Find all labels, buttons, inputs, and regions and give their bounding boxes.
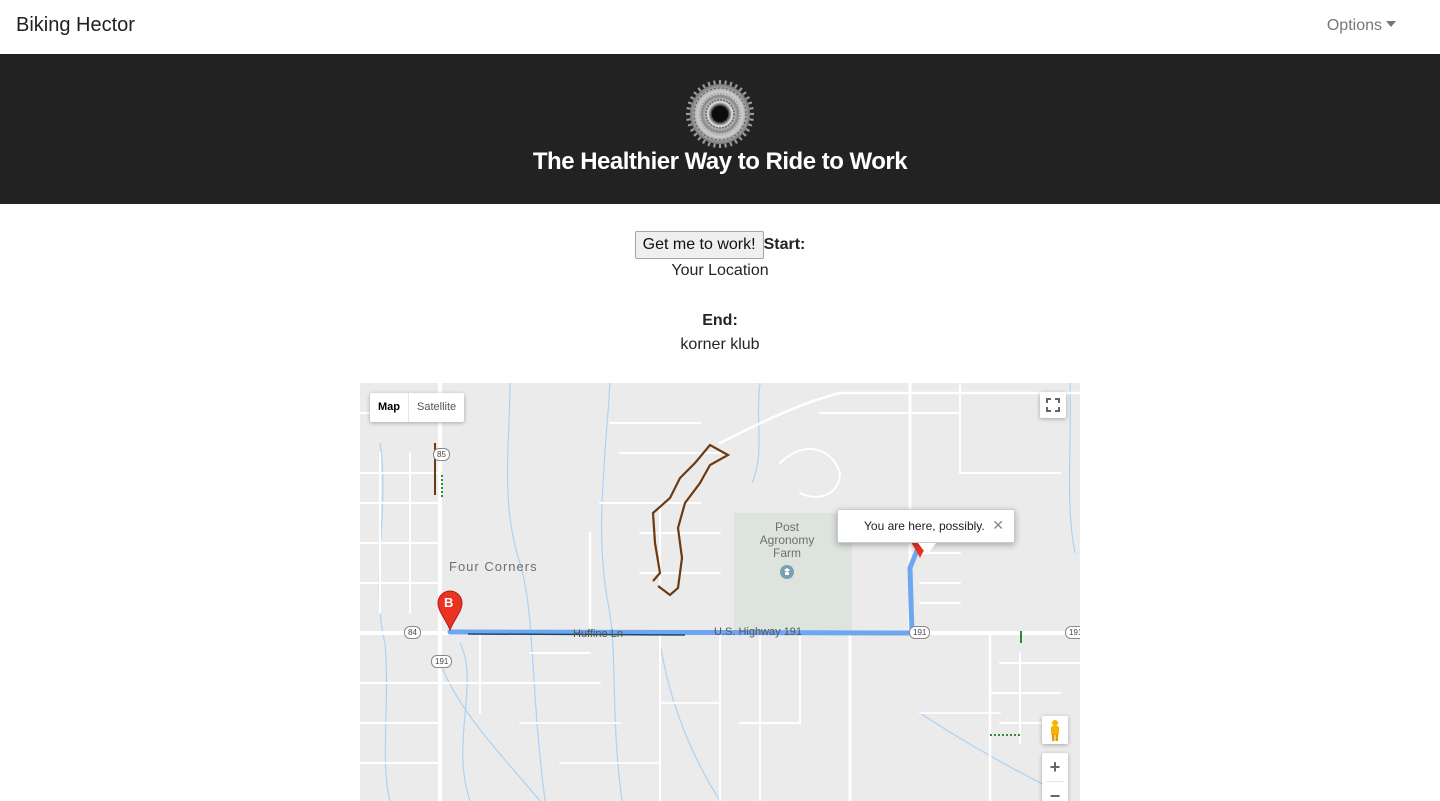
streams [378,383,1076,801]
close-icon[interactable]: ✕ [992,517,1004,534]
zoom-control: + − [1042,753,1068,801]
fullscreen-icon [1046,398,1060,412]
caret-down-icon [1386,21,1396,27]
hero-banner: The Healthier Way to Ride to Work [0,54,1440,204]
start-value: Your Location [671,262,769,279]
map-type-map-button[interactable]: Map [370,393,409,422]
zoom-in-button[interactable]: + [1042,753,1068,781]
shield-191-east: 191 [909,626,931,639]
info-window-text: You are here, possibly. [864,519,985,533]
info-window: You are here, possibly. ✕ [837,509,1015,555]
hero-title: The Healthier Way to Ride to Work [532,148,908,175]
roads [360,383,1080,801]
options-dropdown[interactable]: Options [1327,17,1396,35]
road-us-highway-191: U.S. Highway 191 [714,626,803,638]
poi-post-agronomy-farm: Post Agronomy Farm [752,521,822,560]
zoom-out-button[interactable]: − [1042,782,1068,801]
shield-191-west: 191 [431,655,453,668]
road-huffine-ln: Huffine Ln [573,628,623,640]
place-four-corners: Four Corners [449,559,538,574]
get-me-to-work-button[interactable]: Get me to work! [634,231,764,259]
street-view-pegman-button[interactable] [1042,716,1068,744]
map-canvas[interactable] [360,383,1080,801]
brand-link[interactable]: Biking Hector [16,14,135,37]
end-label: End: [702,312,738,329]
end-value: korner klub [680,336,760,353]
cassette-cog-icon [686,80,754,148]
shield-84: 84 [404,626,421,639]
map-type-control: Map Satellite [370,393,465,422]
shield-191-far-east: 191 [1065,626,1080,639]
map-type-satellite-button[interactable]: Satellite [409,393,464,422]
route-form-row: Get me to work! Start: [0,231,1440,259]
marker-b-label: B [444,595,454,610]
farm-poi-icon [780,565,794,579]
shield-85: 85 [433,448,450,461]
route-map[interactable]: Four Corners Post Agronomy Farm Huffine … [360,383,1080,801]
fullscreen-button[interactable] [1040,392,1066,418]
start-label: Start: [763,236,806,253]
poi-line-3: Farm [773,546,801,560]
options-label: Options [1326,17,1382,34]
info-window-tail [918,543,936,555]
pegman-icon [1051,720,1059,741]
top-navbar: Biking Hector Options [0,0,1440,54]
